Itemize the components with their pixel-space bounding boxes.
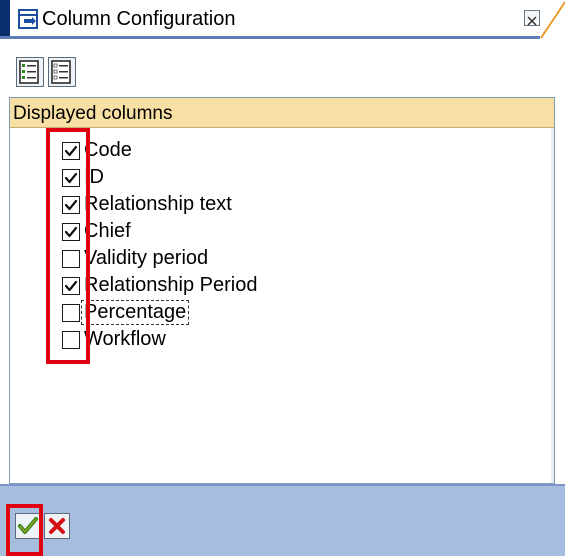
window-title: Column Configuration [42,8,236,30]
column-item-label: Code [84,139,132,161]
close-icon [527,16,537,26]
footer-divider [0,484,565,486]
column-item-label: Workflow [84,328,166,350]
column-item-label: Relationship Period [84,274,258,296]
column-config-icon [18,9,38,29]
list-scrollbar[interactable] [551,128,554,483]
title-bar: Column Configuration [0,0,565,39]
close-button[interactable] [524,10,540,26]
title-bar-accent [0,0,10,38]
confirm-highlight-box [6,504,43,556]
column-item-label: Percentage [80,300,190,325]
deselect-all-button[interactable] [48,57,76,87]
list-header: Displayed columns [10,98,554,128]
list-header-label: Displayed columns [13,103,173,124]
cancel-button[interactable] [44,513,70,539]
column-item-label: Relationship text [84,193,232,215]
cancel-x-icon [49,518,65,534]
deselect-all-icon [51,60,71,84]
select-all-button[interactable] [16,57,44,87]
checkbox-highlight-box [46,128,90,364]
select-all-icon [19,60,39,84]
dialog-footer [0,484,565,556]
column-item-label: Validity period [84,247,209,269]
column-item-label: Chief [84,220,131,242]
